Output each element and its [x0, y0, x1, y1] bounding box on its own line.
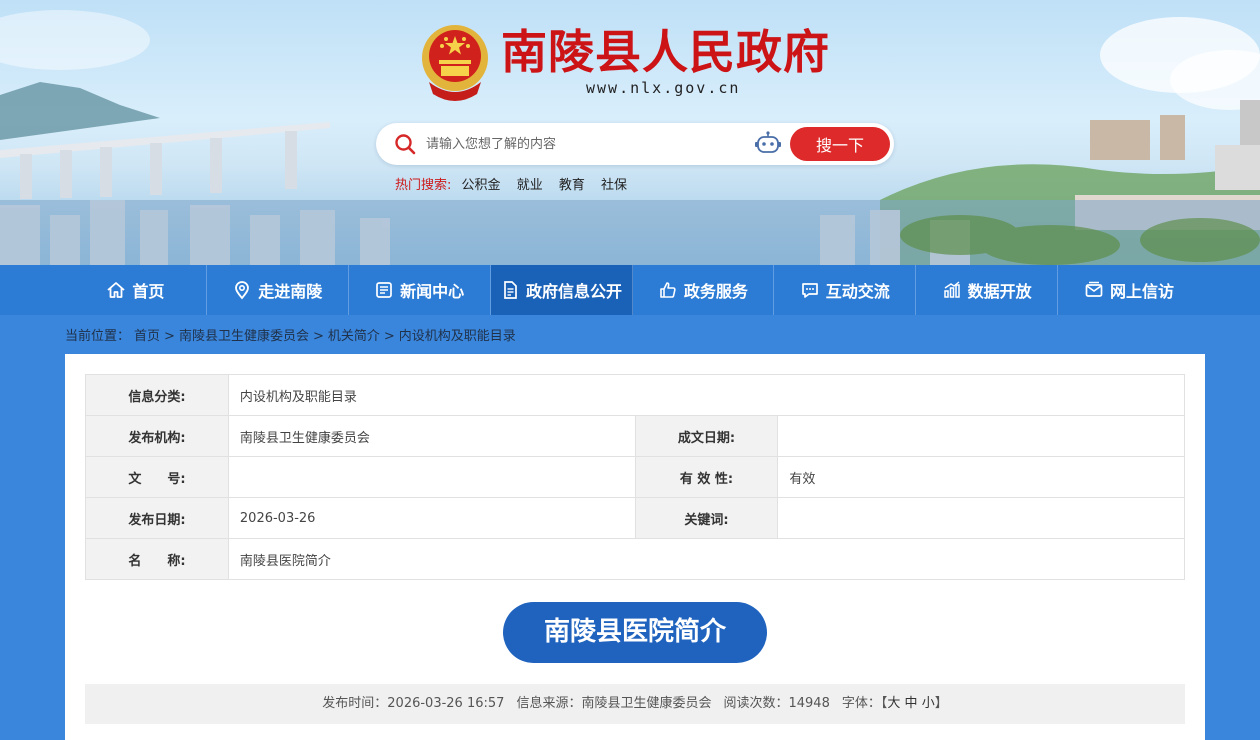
robot-assistant-icon[interactable]	[754, 131, 782, 157]
chart-icon	[943, 281, 960, 298]
font-size-label: 字体：	[841, 696, 881, 711]
breadcrumb-link[interactable]: 南陵县卫生健康委员会	[179, 329, 309, 344]
breadcrumb-prefix: 当前位置：	[65, 329, 131, 344]
location-icon	[235, 281, 250, 300]
validity-value: 有效	[777, 456, 1185, 498]
breadcrumb: 当前位置： 首页 > 南陵县卫生健康委员会 > 机关简介 > 内设机构及职能目录	[65, 325, 520, 344]
breadcrumb-separator: >	[383, 329, 395, 344]
bracket-close: 】	[934, 696, 948, 711]
nav-item-gov-info[interactable]: 政府信息公开	[490, 265, 633, 315]
document-icon	[504, 281, 517, 299]
nav-item-label: 新闻中心	[400, 282, 465, 301]
nav-item-home[interactable]: 首页	[65, 265, 207, 315]
nav-item-label: 首页	[132, 282, 165, 301]
search-input[interactable]	[426, 132, 726, 156]
search-icon	[395, 134, 416, 155]
views-label: 阅读次数：	[723, 696, 789, 711]
name-value: 南陵县医院简介	[227, 538, 1186, 580]
created-date-value	[777, 415, 1185, 457]
created-date-label: 成文日期:	[634, 415, 779, 457]
breadcrumb-link[interactable]: 机关简介	[328, 329, 380, 344]
keywords-label: 关键词:	[634, 497, 779, 539]
table-row: 信息分类: 内设机构及职能目录	[85, 374, 1186, 416]
info-table: 信息分类: 内设机构及职能目录 发布机构: 南陵县卫生健康委员会 成文日期: 文…	[85, 374, 1186, 580]
main-nav: 首页 走进南陵 新闻中心 政府信息公开 政务服务 互动交流 数据开放 网上信访	[0, 265, 1260, 315]
home-icon	[107, 282, 126, 298]
nav-item-interaction[interactable]: 互动交流	[774, 265, 917, 315]
header-banner: 南陵县人民政府 www.nlx.gov.cn 搜一下 热门搜索: 公积金 就业 …	[0, 0, 1260, 265]
hot-search-item[interactable]: 社保	[601, 178, 627, 193]
validity-label: 有 效 性:	[634, 456, 779, 498]
font-small-button[interactable]: 小	[922, 696, 935, 711]
search-bar: 搜一下	[376, 123, 894, 165]
content-panel: 信息分类: 内设机构及职能目录 发布机构: 南陵县卫生健康委员会 成文日期: 文…	[65, 354, 1205, 740]
breadcrumb-separator: >	[164, 329, 175, 344]
hot-search-item[interactable]: 教育	[559, 178, 585, 193]
table-row: 发布日期: 2026-03-26 关键词:	[85, 497, 1185, 539]
table-row: 发布机构: 南陵县卫生健康委员会 成文日期:	[85, 415, 1185, 457]
category-value: 内设机构及职能目录	[227, 374, 1186, 416]
table-row: 名 称: 南陵县医院简介	[85, 538, 1186, 580]
thumbs-up-icon	[660, 282, 676, 298]
hot-search: 热门搜索: 公积金 就业 教育 社保	[395, 174, 633, 193]
name-label: 名 称:	[85, 538, 229, 580]
nav-item-open-data[interactable]: 数据开放	[916, 265, 1059, 315]
nav-item-petition[interactable]: 网上信访	[1058, 265, 1200, 315]
publish-time-value: 2026-03-26 16:57	[387, 696, 505, 711]
nav-item-label: 政务服务	[683, 282, 748, 301]
nav-item-services[interactable]: 政务服务	[633, 265, 775, 315]
font-large-button[interactable]: 大	[887, 696, 900, 711]
breadcrumb-separator: >	[312, 329, 324, 344]
national-emblem-logo	[422, 25, 488, 101]
table-row: 文 号: 有 效 性: 有效	[85, 456, 1185, 498]
search-button[interactable]: 搜一下	[790, 127, 890, 161]
source-label: 信息来源：	[516, 696, 582, 711]
nav-item-news[interactable]: 新闻中心	[349, 265, 491, 315]
hot-search-label: 热门搜索:	[395, 178, 452, 193]
article-title: 南陵县医院简介	[503, 602, 767, 663]
breadcrumb-link[interactable]: 内设机构及职能目录	[399, 329, 516, 344]
doc-number-value	[227, 456, 636, 498]
publisher-value: 南陵县卫生健康委员会	[227, 415, 636, 457]
publisher-label: 发布机构:	[85, 415, 229, 457]
source-value: 南陵县卫生健康委员会	[581, 696, 712, 711]
nav-item-label: 网上信访	[1110, 282, 1175, 301]
chat-icon	[801, 283, 818, 298]
nav-item-label: 走进南陵	[258, 282, 323, 301]
publish-time-label: 发布时间：	[322, 696, 388, 711]
nav-item-label: 数据开放	[967, 282, 1032, 301]
article-meta-bar: 发布时间：2026-03-26 16:57 信息来源：南陵县卫生健康委员会 阅读次数…	[85, 684, 1185, 724]
doc-number-label: 文 号:	[85, 456, 229, 498]
publish-date-label: 发布日期:	[85, 497, 229, 539]
nav-item-label: 互动交流	[825, 282, 890, 301]
nav-item-label: 政府信息公开	[526, 282, 623, 301]
news-icon	[376, 282, 393, 298]
font-medium-button[interactable]: 中	[905, 696, 918, 711]
mail-icon	[1085, 281, 1103, 297]
publish-date-value: 2026-03-26	[227, 497, 636, 539]
keywords-value	[777, 497, 1185, 539]
hot-search-item[interactable]: 公积金	[462, 178, 501, 193]
hot-search-item[interactable]: 就业	[517, 178, 543, 193]
site-url: www.nlx.gov.cn	[586, 79, 741, 97]
category-label: 信息分类:	[85, 374, 229, 416]
breadcrumb-link[interactable]: 首页	[134, 329, 160, 344]
nav-item-about[interactable]: 走进南陵	[207, 265, 349, 315]
views-count: 14948	[788, 696, 830, 711]
site-title: 南陵县人民政府	[501, 25, 830, 79]
